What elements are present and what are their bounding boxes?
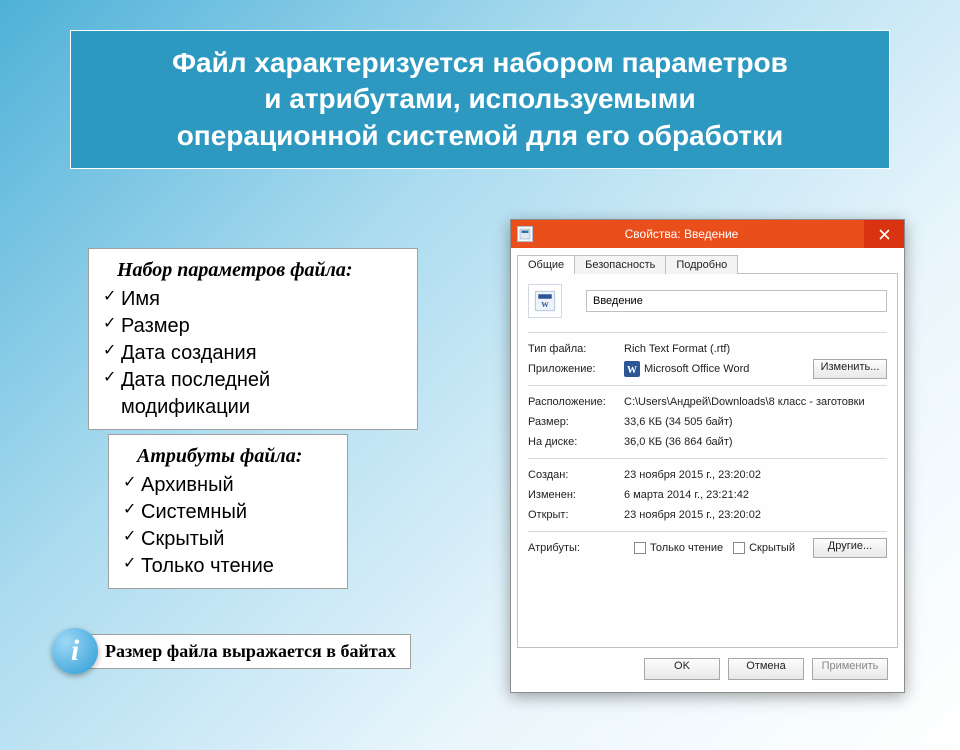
- change-button[interactable]: Изменить...: [813, 359, 887, 379]
- dialog-footer: OK Отмена Применить: [517, 648, 898, 692]
- label-location: Расположение:: [528, 396, 624, 408]
- separator: [528, 531, 887, 532]
- checkbox-readonly[interactable]: Только чтение: [634, 542, 723, 554]
- dialog-titlebar[interactable]: Свойства: Введение: [511, 220, 904, 248]
- title-line2: и атрибутами, используемыми: [264, 83, 695, 114]
- value-accessed: 23 ноября 2015 г., 23:20:02: [624, 509, 887, 521]
- list-item: Архивный: [123, 472, 333, 499]
- tab-pane-general: W Тип файла: Rich Text Format (.rtf) При…: [517, 274, 898, 648]
- value-size: 33,6 КБ (34 505 байт): [624, 416, 887, 428]
- list-item: Скрытый: [123, 526, 333, 553]
- label-ondisk: На диске:: [528, 436, 624, 448]
- value-created: 23 ноября 2015 г., 23:20:02: [624, 469, 887, 481]
- label-size: Размер:: [528, 416, 624, 428]
- value-app: W Microsoft Office Word: [624, 361, 813, 377]
- separator: [528, 332, 887, 333]
- cancel-button[interactable]: Отмена: [728, 658, 804, 680]
- checkbox-hidden-label: Скрытый: [749, 542, 795, 554]
- label-modified: Изменен:: [528, 489, 624, 501]
- ok-button[interactable]: OK: [644, 658, 720, 680]
- list-item: Только чтение: [123, 553, 333, 580]
- params-list: Имя Размер Дата создания Дата последней …: [103, 286, 403, 421]
- other-attributes-button[interactable]: Другие...: [813, 538, 887, 558]
- label-type: Тип файла:: [528, 343, 624, 355]
- checkbox-icon: [634, 542, 646, 554]
- label-created: Создан:: [528, 469, 624, 481]
- dialog-body: Общие Безопасность Подробно W Тип файла:…: [511, 248, 904, 692]
- info-bar: i Размер файла выражается в байтах: [52, 628, 411, 674]
- filename-input[interactable]: [586, 290, 887, 312]
- properties-dialog: Свойства: Введение Общие Безопасность По…: [510, 219, 905, 693]
- file-type-icon: W: [528, 284, 562, 318]
- info-text: Размер файла выражается в байтах: [80, 634, 411, 669]
- tab-security[interactable]: Безопасность: [574, 255, 666, 274]
- tab-details[interactable]: Подробно: [665, 255, 738, 274]
- apply-button[interactable]: Применить: [812, 658, 888, 680]
- attrs-card: Атрибуты файла: Архивный Системный Скрыт…: [108, 434, 348, 589]
- list-item: Дата последней модификации: [103, 367, 403, 421]
- slide-title: Файл характеризуется набором параметров …: [70, 30, 890, 169]
- close-icon[interactable]: [864, 220, 904, 248]
- label-app: Приложение:: [528, 363, 624, 375]
- list-item: Дата создания: [103, 340, 403, 367]
- params-card: Набор параметров файла: Имя Размер Дата …: [88, 248, 418, 430]
- attrs-heading: Атрибуты файла:: [123, 443, 333, 470]
- tab-strip: Общие Безопасность Подробно: [517, 254, 898, 274]
- dialog-sysicon: [517, 226, 533, 242]
- svg-text:W: W: [627, 365, 637, 376]
- info-icon: i: [52, 628, 98, 674]
- checkbox-hidden[interactable]: Скрытый: [733, 542, 795, 554]
- separator: [528, 385, 887, 386]
- value-ondisk: 36,0 КБ (36 864 байт): [624, 436, 887, 448]
- separator: [528, 458, 887, 459]
- params-heading: Набор параметров файла:: [103, 257, 403, 284]
- value-type: Rich Text Format (.rtf): [624, 343, 887, 355]
- label-accessed: Открыт:: [528, 509, 624, 521]
- tab-general[interactable]: Общие: [517, 255, 575, 274]
- svg-text:W: W: [541, 300, 549, 309]
- word-icon: W: [624, 361, 640, 377]
- value-app-text: Microsoft Office Word: [644, 363, 749, 375]
- title-line1: Файл характеризуется набором параметров: [172, 47, 788, 78]
- title-line3: операционной системой для его обработки: [177, 120, 784, 151]
- value-location: C:\Users\Андрей\Downloads\8 класс - заго…: [624, 396, 887, 408]
- checkbox-icon: [733, 542, 745, 554]
- list-item: Размер: [103, 313, 403, 340]
- checkbox-readonly-label: Только чтение: [650, 542, 723, 554]
- dialog-title: Свойства: Введение: [539, 227, 864, 241]
- list-item: Имя: [103, 286, 403, 313]
- value-modified: 6 марта 2014 г., 23:21:42: [624, 489, 887, 501]
- list-item: Системный: [123, 499, 333, 526]
- label-attributes: Атрибуты:: [528, 542, 624, 554]
- attrs-list: Архивный Системный Скрытый Только чтение: [123, 472, 333, 580]
